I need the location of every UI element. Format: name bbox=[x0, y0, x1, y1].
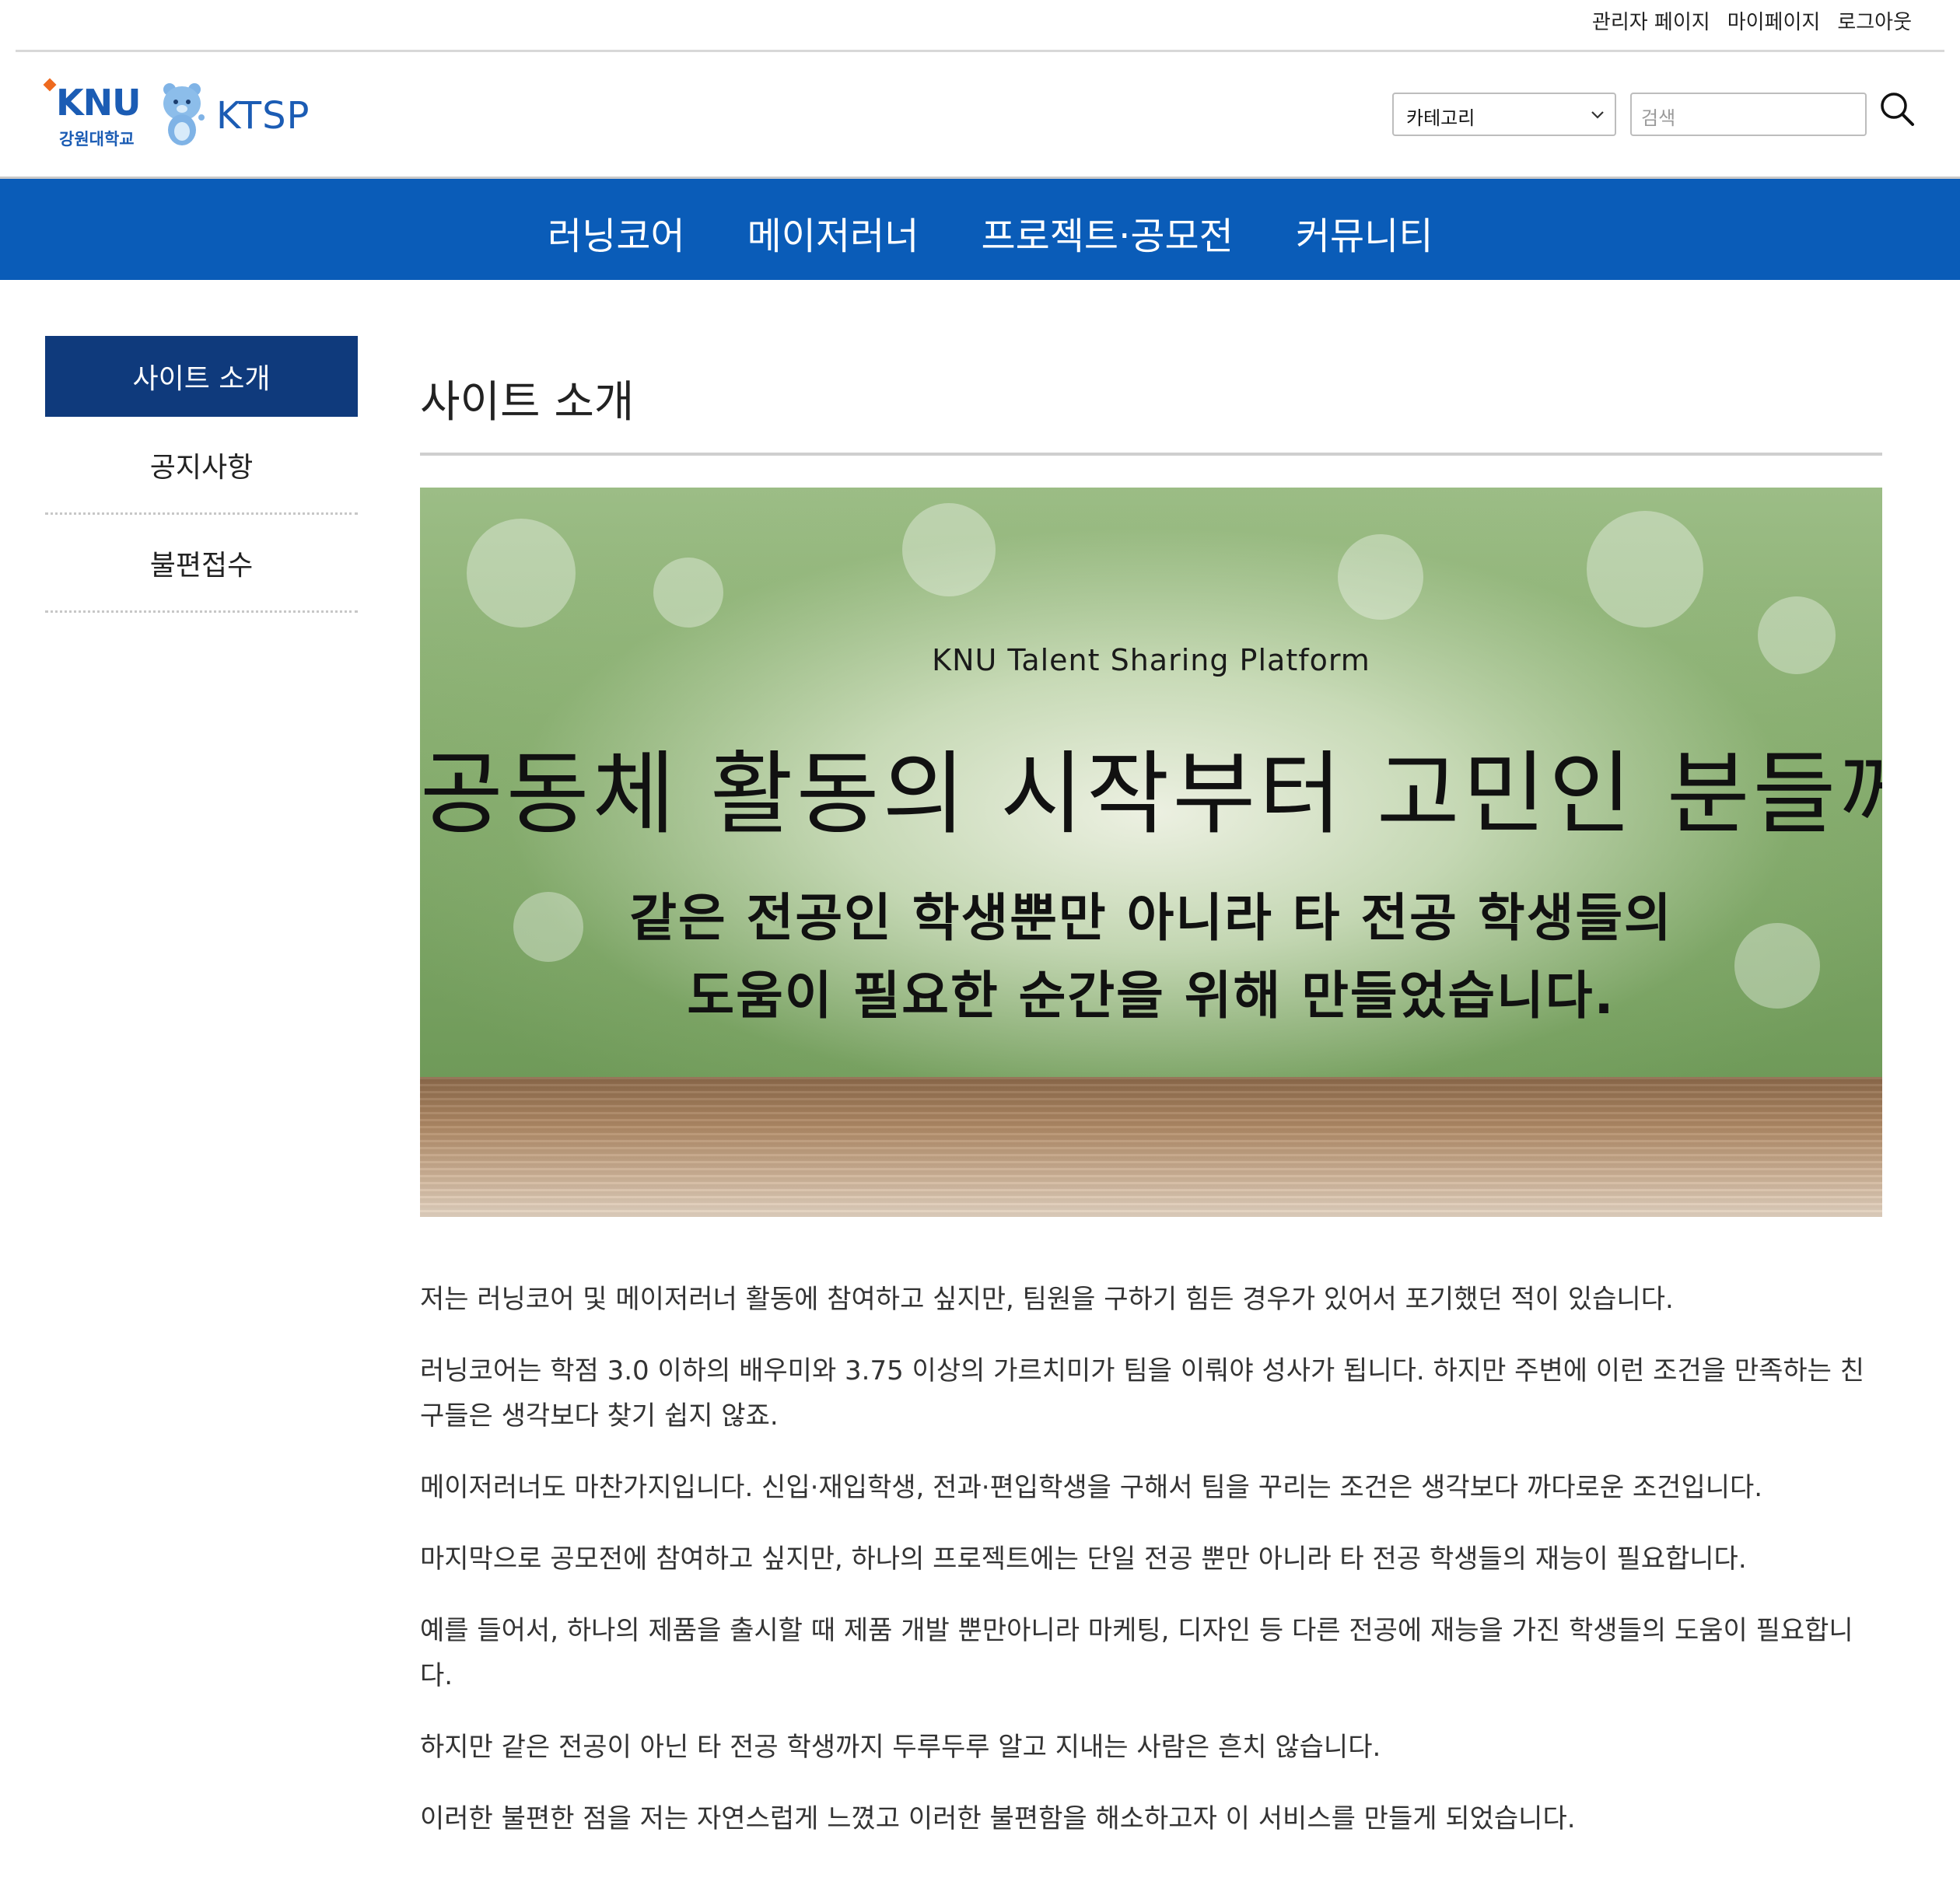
sidebar-item-site-intro[interactable]: 사이트 소개 bbox=[45, 336, 358, 417]
intro-banner: KNU Talent Sharing Platform 공동체 활동의 시작부터… bbox=[420, 488, 1882, 1217]
nav-item-learning-core[interactable]: 러닝코어 bbox=[548, 205, 685, 260]
intro-paragraph: 마지막으로 공모전에 참여하고 싶지만, 하나의 프로젝트에는 단일 전공 뿐만… bbox=[420, 1544, 1747, 1575]
mypage-link[interactable]: 마이페이지 bbox=[1727, 6, 1821, 35]
intro-paragraph: 메이저러너도 마찬가지입니다. 신입·재입학생, 전과·편입학생을 구해서 팀을… bbox=[420, 1472, 1763, 1503]
sidebar-item-notice[interactable]: 공지사항 bbox=[45, 417, 358, 515]
bokeh-light bbox=[1587, 511, 1703, 628]
logout-link[interactable]: 로그아웃 bbox=[1837, 6, 1912, 35]
page-title: 사이트 소개 bbox=[420, 377, 635, 428]
nav-item-project-contest[interactable]: 프로젝트·공모전 bbox=[981, 205, 1233, 260]
logo-ktsp-text: KTSP bbox=[216, 94, 310, 138]
top-utility-bar: 관리자 페이지 마이페이지 로그아웃 bbox=[0, 0, 1960, 52]
intro-paragraph: 이러한 불편한 점을 저는 자연스럽게 느꼈고 이러한 불편함을 해소하고자 이… bbox=[420, 1803, 1576, 1834]
bokeh-light bbox=[902, 503, 996, 596]
category-select[interactable]: 카테고리 bbox=[1392, 93, 1616, 136]
sidebar: 사이트 소개 공지사항 불편접수 bbox=[45, 336, 358, 613]
logo-knu-text: KNU bbox=[56, 82, 141, 124]
intro-paragraph: 하지만 같은 전공이 아닌 타 전공 학생까지 두루두루 알고 지내는 사람은 … bbox=[420, 1732, 1381, 1763]
wood-table-surface bbox=[420, 1077, 1882, 1217]
admin-page-link[interactable]: 관리자 페이지 bbox=[1592, 6, 1710, 35]
search-button[interactable] bbox=[1878, 89, 1916, 128]
bokeh-light bbox=[1338, 534, 1423, 620]
nav-items: 러닝코어 메이저러너 프로젝트·공모전 커뮤니티 bbox=[548, 205, 1433, 260]
title-divider bbox=[420, 453, 1882, 456]
bokeh-light bbox=[653, 558, 723, 628]
utility-links: 관리자 페이지 마이페이지 로그아웃 bbox=[1592, 6, 1912, 35]
bokeh-light bbox=[467, 519, 576, 628]
intro-paragraph: 저는 러닝코어 및 메이저러너 활동에 참여하고 싶지만, 팀원을 구하기 힘든… bbox=[420, 1284, 1674, 1315]
banner-headline: 공동체 활동의 시작부터 고민인 분들께 bbox=[420, 742, 1882, 847]
logo-accent-dot bbox=[43, 78, 57, 92]
search-icon bbox=[1881, 93, 1914, 126]
chevron-down-icon bbox=[1591, 111, 1604, 119]
intro-paragraph: 예를 들어서, 하나의 제품을 출시할 때 제품 개발 뿐만아니라 마케팅, 디… bbox=[420, 1615, 1853, 1691]
site-logo[interactable]: KNU 강원대학교 KTSP bbox=[43, 78, 310, 150]
search-placeholder: 검색 bbox=[1641, 107, 1676, 129]
logo-university-text: 강원대학교 bbox=[59, 130, 135, 149]
nav-item-community[interactable]: 커뮤니티 bbox=[1296, 205, 1433, 260]
search-input[interactable]: 검색 bbox=[1630, 93, 1867, 136]
nav-item-major-runner[interactable]: 메이저러너 bbox=[747, 205, 919, 260]
banner-line-2: 도움이 필요한 순간을 위해 만들었습니다. bbox=[687, 966, 1615, 1026]
site-header: KNU 강원대학교 KTSP 카테고리 검색 bbox=[0, 52, 1960, 179]
intro-paragraphs: 저는 러닝코어 및 메이저러너 활동에 참여하고 싶지만, 팀원을 구하기 힘든… bbox=[420, 1277, 1882, 1868]
main-navigation: 러닝코어 메이저러너 프로젝트·공모전 커뮤니티 bbox=[0, 179, 1960, 280]
banner-line-1: 같은 전공인 학생뿐만 아니라 타 전공 학생들의 bbox=[629, 888, 1673, 948]
bear-mascot-icon bbox=[163, 83, 205, 145]
banner-subtitle: KNU Talent Sharing Platform bbox=[932, 643, 1370, 677]
sidebar-item-complaint[interactable]: 불편접수 bbox=[45, 515, 358, 613]
category-selected-value: 카테고리 bbox=[1406, 107, 1475, 129]
intro-paragraph: 러닝코어는 학점 3.0 이하의 배우미와 3.75 이상의 가르치미가 팀을 … bbox=[420, 1355, 1865, 1432]
